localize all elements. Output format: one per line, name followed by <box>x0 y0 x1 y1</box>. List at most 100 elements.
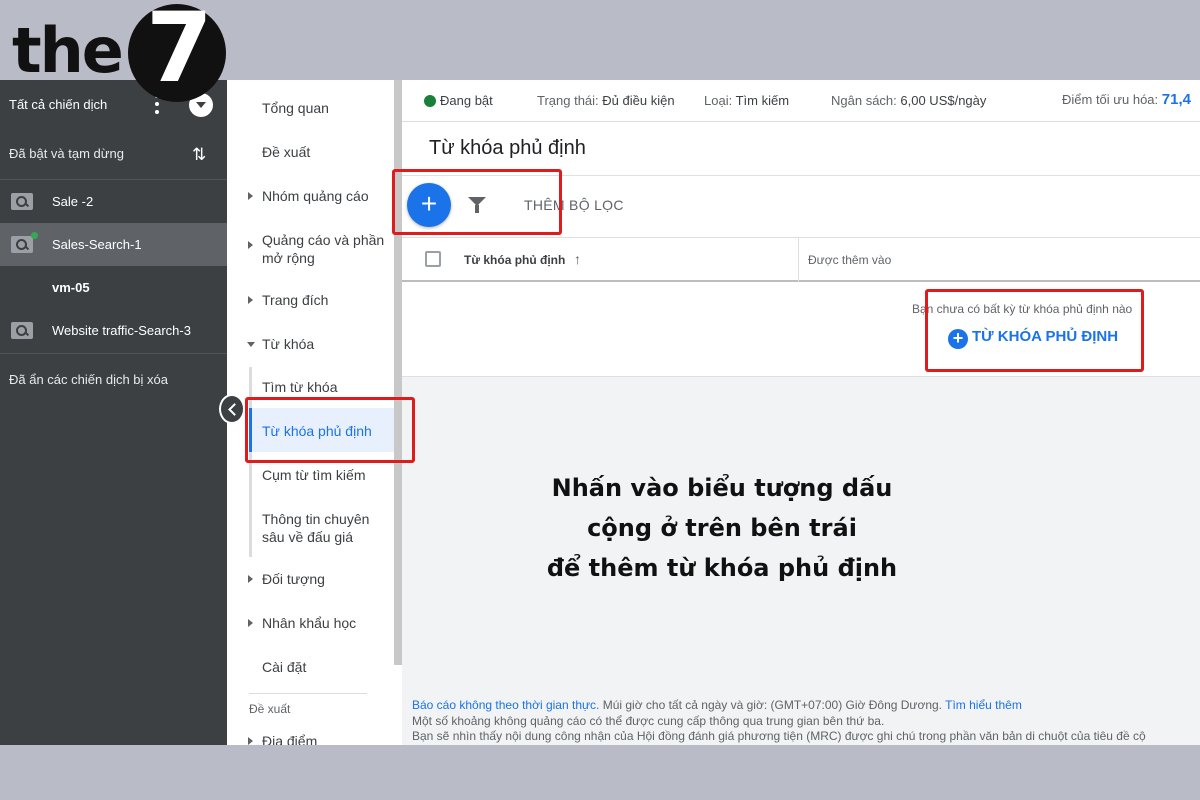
campaign-item-sales-search-1[interactable]: Sales-Search-1 <box>0 223 227 266</box>
optimization-score[interactable]: Điểm tối ưu hóa: 71,4 <box>1062 91 1191 108</box>
instruction-line-3: để thêm từ khóa phủ định <box>546 554 898 582</box>
nav-scrollbar[interactable] <box>394 80 402 665</box>
nav-item-landing-pages[interactable]: Trang đích <box>227 291 394 311</box>
instruction-line-2: cộng ở trên bên trái <box>587 514 857 542</box>
nav-item-keywords[interactable]: Từ khóa <box>227 335 394 355</box>
nav-item-keyword-planner[interactable]: Tìm từ khóa <box>227 378 394 398</box>
filter-icon[interactable] <box>468 197 486 213</box>
collapse-panel-chevron-icon[interactable] <box>219 394 245 424</box>
column-header-added-to[interactable]: Được thêm vào <box>808 253 891 267</box>
sort-ascending-icon[interactable]: ↑ <box>574 251 581 267</box>
footer-text: Múi giờ cho tất cả ngày và giờ: (GMT+07:… <box>599 698 946 712</box>
nav-item-label: Nhóm quảng cáo <box>262 188 369 204</box>
enabled-status-icon <box>424 95 436 107</box>
campaign-filter-label: Đã bật và tạm dừng <box>9 146 124 161</box>
add-filter-button[interactable]: THÊM BỘ LỌC <box>524 197 624 213</box>
nav-item-locations[interactable]: Địa điểm <box>227 732 394 745</box>
search-campaign-icon <box>11 236 33 253</box>
nav-item-label: Thông tin chuyên sâu về đấu giá <box>262 511 370 545</box>
expand-arrow-icon <box>248 737 253 745</box>
expand-arrow-icon <box>248 192 253 200</box>
table-toolbar: + THÊM BỘ LỌC <box>402 176 1200 238</box>
enabled-status-dot <box>31 232 38 239</box>
search-campaign-icon <box>11 322 33 339</box>
expand-arrow-icon <box>248 296 253 304</box>
empty-state-message: Bạn chưa có bất kỳ từ khóa phủ định nào <box>912 302 1133 316</box>
tutorial-instruction: Nhấn vào biểu tượng dấu cộng ở trên bên … <box>402 468 1042 588</box>
footer-line-1: Báo cáo không theo thời gian thực. Múi g… <box>412 698 1146 714</box>
add-negative-keyword-button[interactable]: + <box>407 183 451 227</box>
nav-item-overview[interactable]: Tổng quan <box>227 99 394 119</box>
footer-line-2: Một số khoảng không quảng cáo có thể đượ… <box>412 713 885 728</box>
footer-line-3: Bạn sẽ nhìn thấy nội dung công nhận của … <box>412 729 1146 743</box>
nav-item-label: Nhân khẩu học <box>262 615 357 631</box>
state-label: Đang bật <box>440 93 493 108</box>
nav-item-label: Từ khóa <box>262 336 315 352</box>
column-divider <box>798 238 799 282</box>
page-nav: Tổng quan Đề xuất Nhóm quảng cáo Quảng c… <box>227 80 402 745</box>
search-campaign-icon <box>11 193 33 210</box>
campaign-item-vm-05[interactable]: vm-05 <box>0 266 227 309</box>
campaign-name: Sales-Search-1 <box>52 237 142 252</box>
nav-item-recommendations[interactable]: Đề xuất <box>227 143 394 163</box>
nav-item-ads-extensions[interactable]: Quảng cáo và phần mở rộng <box>227 231 394 269</box>
campaign-name: Website traffic-Search-3 <box>52 323 191 338</box>
the7-logo: the 7 <box>0 0 240 104</box>
nav-item-audiences[interactable]: Đối tượng <box>227 570 394 590</box>
nav-item-negative-keywords[interactable]: Từ khóa phủ định <box>227 422 394 442</box>
hidden-campaigns-toggle[interactable]: Đã ẩn các chiến dịch bị xóa <box>0 353 227 405</box>
budget-field[interactable]: Ngân sách: 6,00 US$/ngày <box>831 93 986 108</box>
campaign-item-sale-2[interactable]: Sale -2 <box>0 180 227 223</box>
nav-item-label: Đối tượng <box>262 571 325 587</box>
logo-text: the <box>12 14 124 87</box>
table-header: Từ khóa phủ định ↑ Được thêm vào <box>402 238 1200 282</box>
logo-mark: 7 <box>146 0 213 104</box>
campaign-filter[interactable]: Đã bật và tạm dừng ⇅ <box>0 128 227 180</box>
campaign-state[interactable]: Đang bật <box>424 93 493 108</box>
campaign-status-bar: Đang bật Trạng thái: Đủ điều kiện Loại: … <box>402 80 1200 122</box>
budget-label: Ngân sách: <box>831 93 897 108</box>
plus-circle-icon: + <box>948 329 968 349</box>
empty-state: Bạn chưa có bất kỳ từ khóa phủ định nào … <box>402 282 1200 377</box>
learn-more-link[interactable]: Tìm hiểu thêm <box>945 698 1022 712</box>
google-ads-app: Tất cả chiến dịch Đã bật và tạm dừng ⇅ S… <box>0 80 1200 745</box>
campaign-panel: Tất cả chiến dịch Đã bật và tạm dừng ⇅ S… <box>0 80 227 745</box>
status-value: Đủ điều kiện <box>602 93 675 108</box>
nav-item-ad-groups[interactable]: Nhóm quảng cáo <box>227 187 394 207</box>
nav-item-label: Đề xuất <box>262 144 311 160</box>
footer-notes: Báo cáo không theo thời gian thực. Múi g… <box>412 698 1146 745</box>
campaign-item-website-traffic[interactable]: Website traffic-Search-3 <box>0 309 227 352</box>
expand-arrow-icon <box>248 619 253 627</box>
realtime-report-link[interactable]: Báo cáo không theo thời gian thực. <box>412 698 599 712</box>
empty-button-label: TỪ KHÓA PHỦ ĐỊNH <box>972 328 1119 345</box>
status-field: Trạng thái: Đủ điều kiện <box>537 93 675 108</box>
nav-item-label: Quảng cáo và phần mở rộng <box>262 232 385 266</box>
select-all-checkbox[interactable] <box>425 251 441 267</box>
type-field: Loại: Tìm kiếm <box>704 93 789 108</box>
nav-item-auction-insights[interactable]: Thông tin chuyên sâu về đấu giá <box>227 510 394 548</box>
campaign-name: vm-05 <box>52 280 90 295</box>
page-title: Từ khóa phủ định <box>402 122 1200 176</box>
nav-divider <box>249 693 367 694</box>
nav-item-label: Tìm từ khóa <box>262 379 338 395</box>
sort-icon[interactable]: ⇅ <box>192 145 206 165</box>
type-label: Loại: <box>704 93 733 108</box>
column-header-negative-keyword[interactable]: Từ khóa phủ định <box>464 253 565 267</box>
hidden-campaigns-label: Đã ẩn các chiến dịch bị xóa <box>9 372 168 387</box>
nav-item-label: Tổng quan <box>262 100 329 116</box>
instruction-line-1: Nhấn vào biểu tượng dấu <box>551 474 893 502</box>
status-label: Trạng thái: <box>537 93 599 108</box>
collapse-arrow-icon <box>247 342 255 347</box>
campaign-name: Sale -2 <box>52 194 94 209</box>
nav-item-label: Địa điểm <box>262 733 318 745</box>
nav-item-settings[interactable]: Cài đặt <box>227 658 394 678</box>
add-negative-keyword-link[interactable]: + TỪ KHÓA PHỦ ĐỊNH <box>948 328 1118 349</box>
type-value: Tìm kiếm <box>735 93 790 108</box>
score-value: 71,4 <box>1161 91 1191 108</box>
score-label: Điểm tối ưu hóa: <box>1062 92 1159 107</box>
nav-item-label: Cài đặt <box>262 659 307 675</box>
nav-item-demographics[interactable]: Nhân khẩu học <box>227 614 394 634</box>
nav-item-search-terms[interactable]: Cụm từ tìm kiếm <box>227 466 394 486</box>
nav-item-label: Từ khóa phủ định <box>262 423 372 439</box>
expand-arrow-icon <box>248 575 253 583</box>
